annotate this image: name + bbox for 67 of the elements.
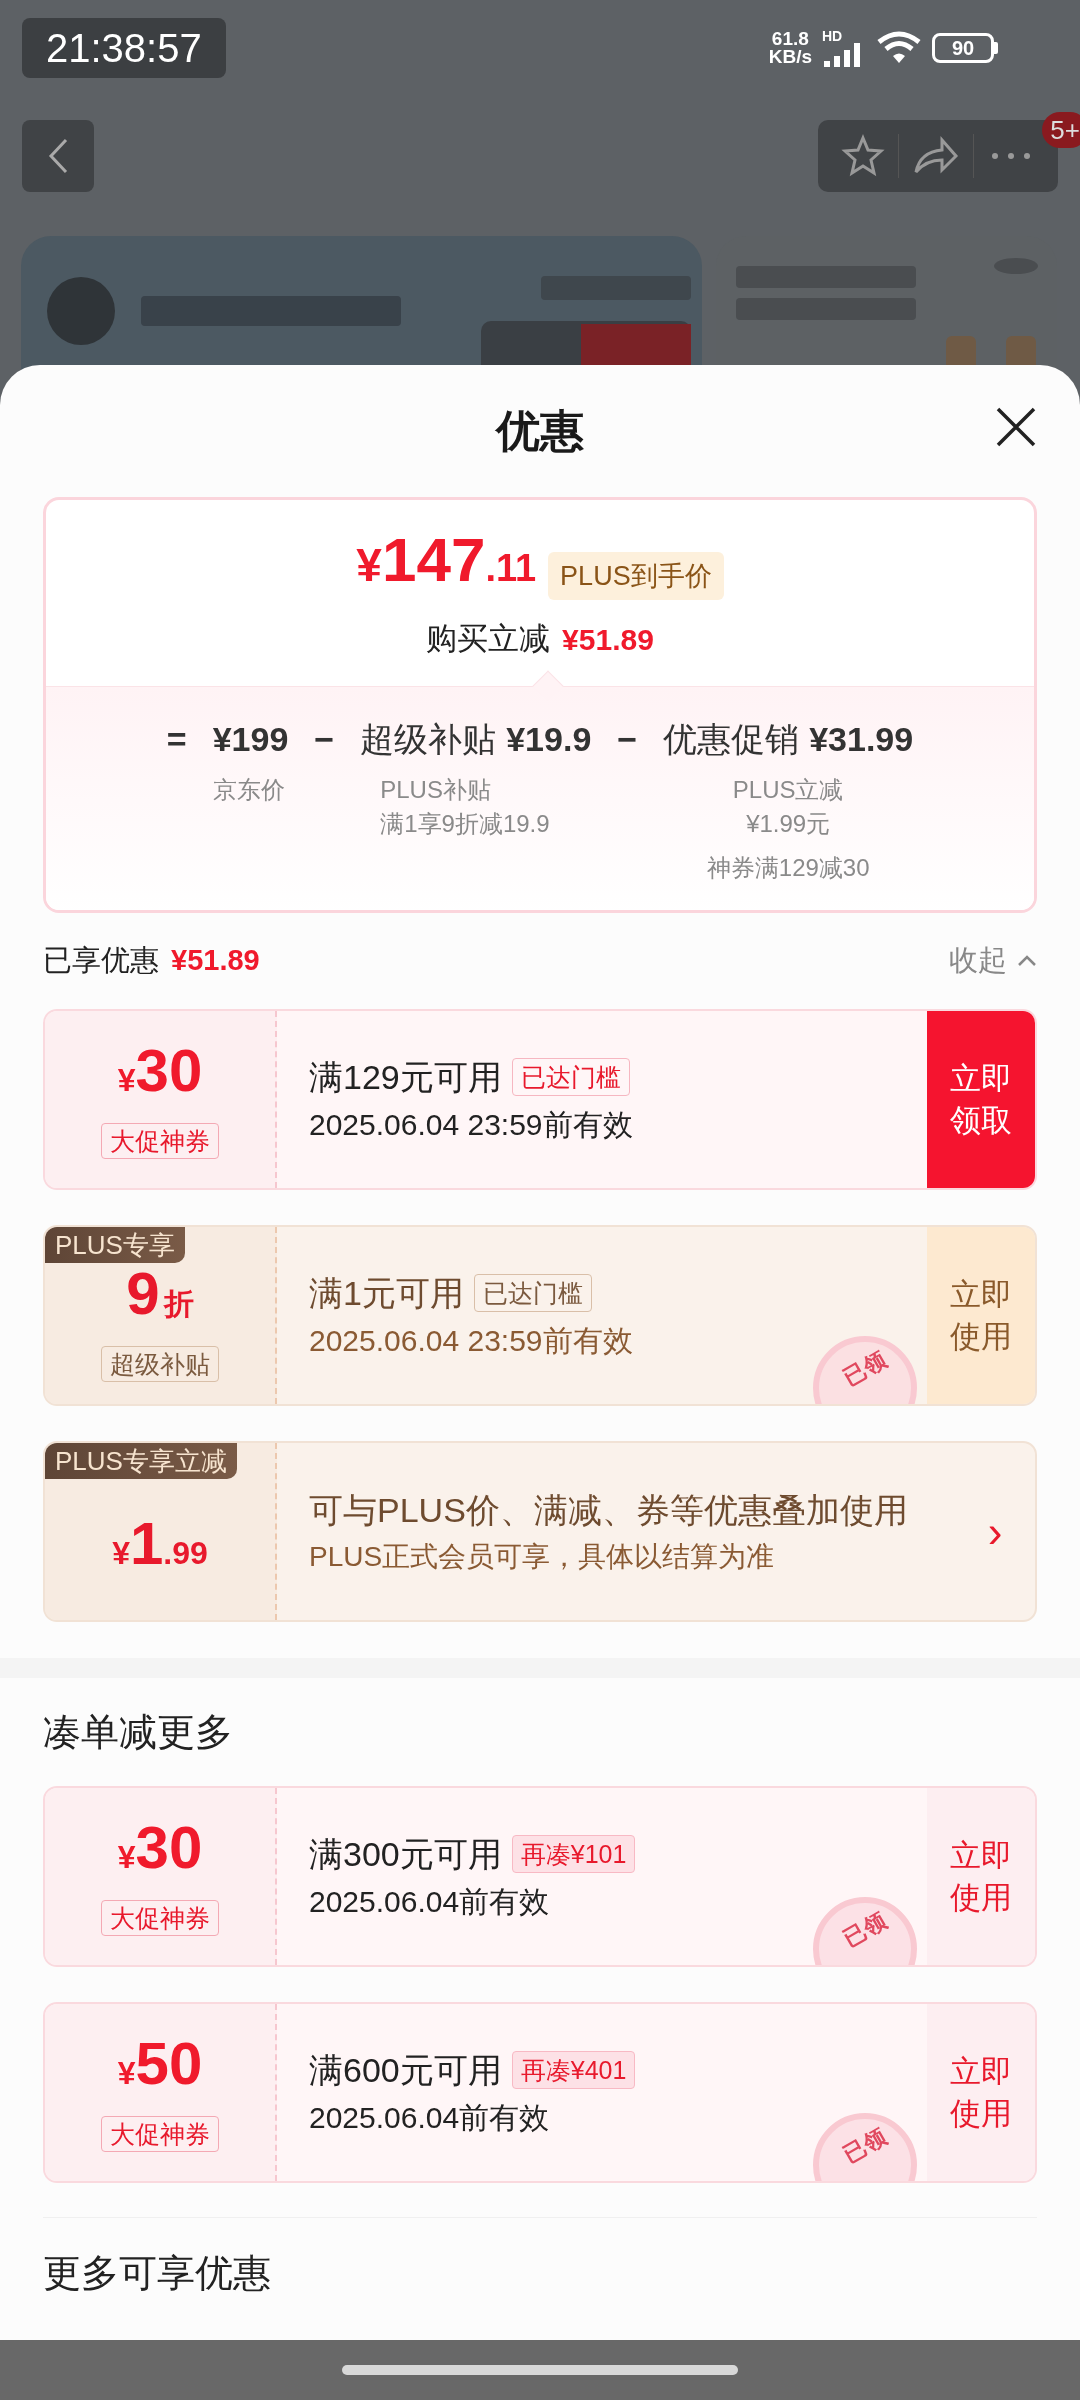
enjoyed-label: 已享优惠 <box>43 943 159 979</box>
coupon-subtitle: PLUS正式会员可享，具体以结算为准 <box>309 1539 776 1574</box>
breakdown-amount: ¥31.99 <box>809 719 914 760</box>
notification-badge: 5+ <box>1042 112 1080 148</box>
operator-sign: − <box>617 719 638 760</box>
breakdown-amount: ¥19.9 <box>506 719 592 760</box>
claimed-stamp: 已领 <box>813 2113 917 2181</box>
coupon-action-button[interactable]: 立即使用 <box>927 2004 1035 2181</box>
breakdown-label: 优惠促销 <box>663 719 800 760</box>
breakdown-note: 神券满129减30 <box>706 853 870 883</box>
breakdown-note: PLUS立减 <box>732 775 844 805</box>
claimed-stamp: 已领 <box>813 1336 917 1404</box>
status-tag: 再凑¥101 <box>511 1834 636 1873</box>
coupon-tag: 超级补贴 <box>101 1346 219 1382</box>
coupon-tag: 大促神券 <box>101 2116 219 2152</box>
enjoyed-amount: ¥51.89 <box>171 943 260 979</box>
saving-label: 购买立减 <box>426 620 551 658</box>
coupon-tag: 大促神券 <box>101 1123 219 1159</box>
breakdown-note: PLUS补贴 <box>380 775 491 805</box>
coupon-validity: 2025.06.04 23:59前有效 <box>309 1106 634 1143</box>
coupon-condition: 满1元可用 <box>309 1272 464 1314</box>
claimed-stamp: 已领 <box>813 1897 917 1965</box>
breakdown-note: 京东价 <box>212 775 285 805</box>
coupon-action-button[interactable]: 立即使用 <box>927 1788 1035 1965</box>
network-speed-unit: KB/s <box>768 48 812 66</box>
chevron-left-icon[interactable] <box>46 136 70 176</box>
coupon-validity: 2025.06.04 23:59前有效 <box>309 1322 634 1359</box>
network-speed: 61.8 <box>771 30 809 48</box>
price-tag: PLUS到手价 <box>548 551 724 600</box>
coupon-tag: 大促神券 <box>101 1900 219 1936</box>
back-button[interactable] <box>22 120 94 192</box>
coupon-validity: 2025.06.04前有效 <box>309 2099 551 2136</box>
status-tag: 已达门槛 <box>473 1273 592 1312</box>
coupon-title: 可与PLUS价、满减、券等优惠叠加使用 <box>309 1489 909 1531</box>
coupon-action-button[interactable]: 立即使用 <box>927 1227 1035 1404</box>
coupon-value: 9折 <box>126 1263 194 1329</box>
breakdown-note: ¥1.99元 <box>746 809 831 839</box>
battery-level: 90 <box>951 38 975 58</box>
coupon-value: ¥30 <box>117 1817 203 1883</box>
section-title: 凑单减更多 <box>43 1709 233 1755</box>
final-price: ¥147.11 <box>356 530 537 596</box>
coupon-value: ¥30 <box>117 1040 203 1106</box>
coupon-action-button[interactable]: 立即领取 <box>927 1011 1035 1188</box>
status-time: 21:38:57 <box>22 18 226 78</box>
network-type: HD <box>822 29 843 43</box>
collapse-toggle[interactable]: 收起 <box>949 939 1037 983</box>
plus-ribbon: PLUS专享立减 <box>45 1443 237 1479</box>
coupon-condition: 满129元可用 <box>309 1056 502 1098</box>
status-tag: 再凑¥401 <box>511 2050 636 2089</box>
section-title: 更多可享优惠 <box>43 2250 271 2296</box>
breakdown-note: 满1享9折减19.9 <box>380 809 550 839</box>
sheet-title: 优惠 <box>496 405 584 457</box>
saving-amount: ¥51.89 <box>562 621 654 658</box>
coupon-value: ¥1.99 <box>112 1513 208 1579</box>
close-icon[interactable] <box>996 407 1036 447</box>
operator-sign: = <box>166 719 187 760</box>
coupon-value: ¥50 <box>117 2033 203 2099</box>
chevron-up-icon <box>1017 955 1037 967</box>
coupon-condition: 满600元可用 <box>309 2049 502 2091</box>
coupon-condition: 满300元可用 <box>309 1833 502 1875</box>
chevron-right-icon[interactable]: › <box>955 1443 1035 1620</box>
plus-ribbon: PLUS专享 <box>45 1227 185 1263</box>
breakdown-amount: ¥199 <box>212 719 289 760</box>
coupon-validity: 2025.06.04前有效 <box>309 1883 551 1920</box>
breakdown-label: 超级补贴 <box>360 719 497 760</box>
status-tag: 已达门槛 <box>511 1057 630 1096</box>
operator-sign: − <box>314 719 335 760</box>
